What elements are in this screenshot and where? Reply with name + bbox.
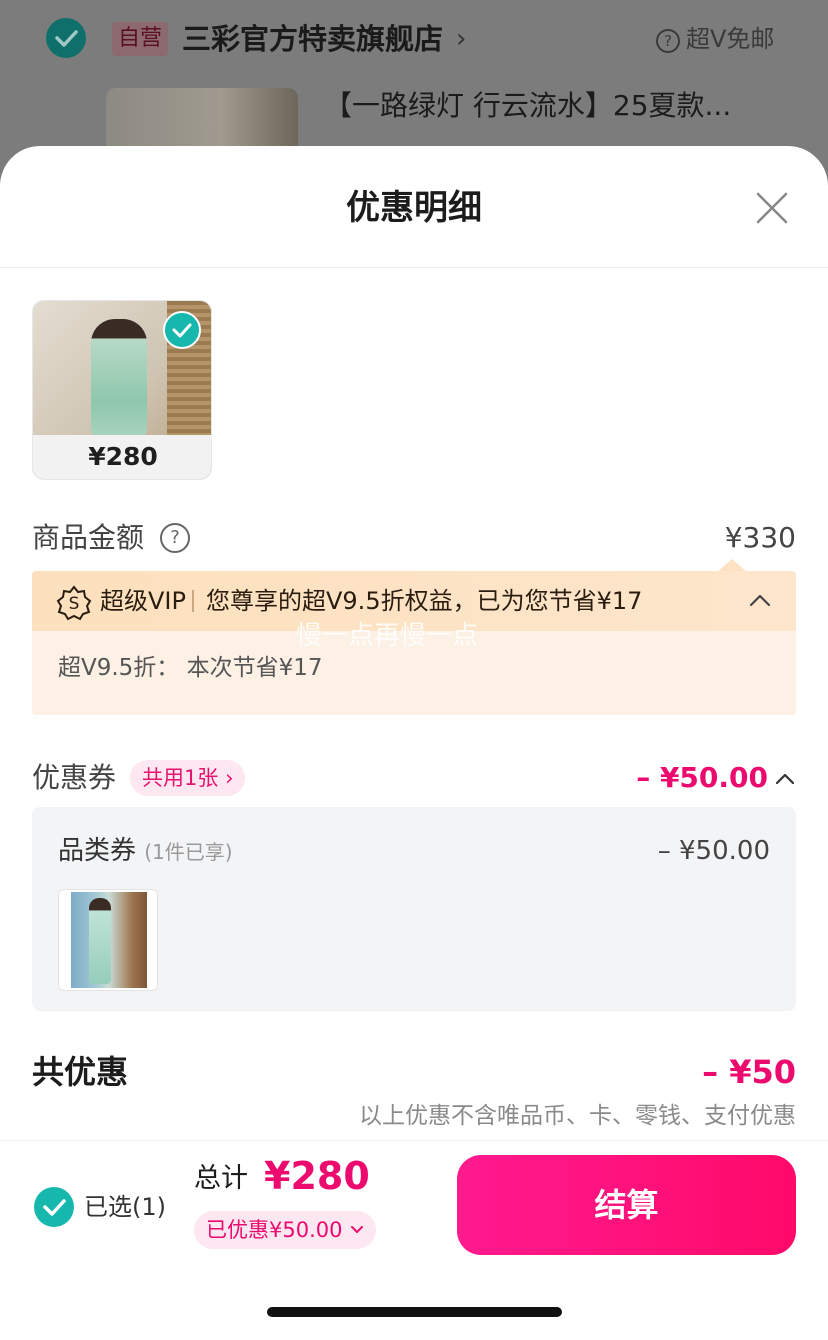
free-shipping-label: ? 超V免邮 (656, 24, 774, 54)
home-indicator[interactable] (267, 1307, 562, 1317)
product-price: ¥280 (33, 435, 211, 479)
category-coupon-card: 品类券 (1件已享) – ¥50.00 (32, 807, 796, 1011)
vip-label: 超级VIP (100, 587, 186, 615)
discount-detail-sheet: 优惠明细 ¥280 商品金额 ? ¥330 S 超级VIP 您尊享的超V9.5折… (0, 146, 828, 1340)
total-discount-value: – ¥50 (702, 1053, 796, 1091)
selected-count: 已选(1) (84, 1193, 166, 1221)
goods-amount-label: 商品金额 (32, 521, 145, 554)
chevron-right-icon: › (456, 24, 467, 54)
category-coupon-label: 品类券 (1件已享) (58, 836, 233, 866)
help-icon[interactable]: ? (160, 523, 190, 553)
chevron-up-icon[interactable] (774, 768, 796, 790)
coupon-count-pill[interactable]: 共用1张 › (130, 760, 246, 796)
coupon-product-thumbnail[interactable] (58, 889, 158, 991)
divider (192, 590, 194, 612)
goods-amount-row: 商品金额 ? ¥330 (32, 518, 796, 558)
total-price: ¥280 (264, 1154, 370, 1198)
chevron-down-icon (351, 1226, 364, 1233)
close-icon[interactable] (752, 188, 792, 228)
vip-badge-icon: S (56, 585, 92, 621)
sheet-header: 优惠明细 (0, 146, 828, 268)
coupon-label: 优惠券 (32, 761, 117, 794)
vip-benefit-text: 您尊享的超V9.5折权益，已为您节省¥17 (206, 587, 643, 615)
category-coupon-value: – ¥50.00 (657, 836, 770, 866)
background-product-title: 【一路绿灯 行云流水】25夏款... (324, 89, 732, 122)
sheet-title: 优惠明细 (346, 188, 482, 228)
coupon-discount-value: – ¥50.00 (636, 761, 768, 794)
vip-detail-text: 超V9.5折： 本次节省¥17 (58, 655, 323, 681)
chevron-right-icon: › (225, 766, 234, 790)
checkout-button[interactable]: 结算 (457, 1155, 796, 1255)
background-page: 自营 三彩官方特卖旗舰店 › ? 超V免邮 【一路绿灯 行云流水】25夏款... (0, 0, 828, 160)
store-check-icon (46, 18, 86, 58)
goods-amount-value: ¥330 (724, 521, 796, 554)
svg-text:S: S (69, 594, 80, 614)
saved-amount-pill[interactable]: 已优惠¥50.00 (194, 1211, 377, 1249)
checkout-bar: 已选(1) 总计 ¥280 已优惠¥50.00 结算 (0, 1140, 828, 1340)
watermark-text: 慢一点再慢一点 (296, 621, 479, 651)
product-selected-check-icon[interactable] (163, 311, 201, 349)
product-figure (89, 898, 111, 984)
select-all-check-icon[interactable] (34, 1187, 74, 1227)
product-image (91, 319, 147, 437)
total-discount-note: 以上优惠不含唯品币、卡、零钱、支付优惠 (359, 1103, 796, 1129)
chevron-up-icon[interactable] (748, 589, 772, 613)
self-operated-tag: 自营 (112, 22, 169, 56)
coupon-row[interactable]: 优惠券 共用1张 › – ¥50.00 (32, 758, 796, 798)
product-card[interactable]: ¥280 (32, 300, 212, 480)
total-label: 总计 (194, 1163, 248, 1194)
question-icon: ? (656, 29, 680, 53)
total-discount-label: 共优惠 (32, 1053, 129, 1091)
store-name: 三彩官方特卖旗舰店 (182, 22, 444, 56)
